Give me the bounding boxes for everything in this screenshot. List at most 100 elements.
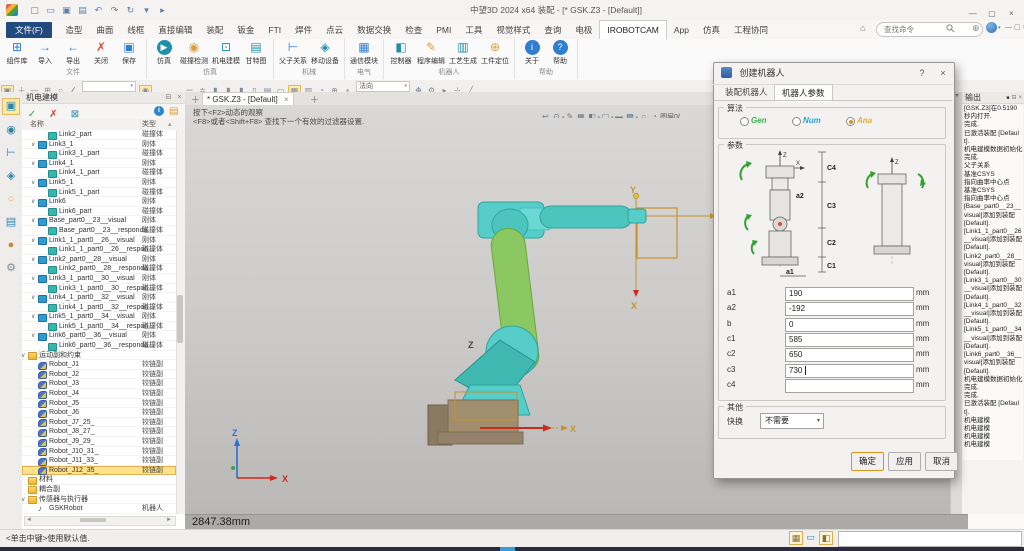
- tree-row[interactable]: ∨Link2_part0__28__visual刚体: [22, 255, 176, 265]
- ribbon-button-父子关系[interactable]: ⊢父子关系: [277, 39, 309, 66]
- output-close-icon[interactable]: ×: [1018, 92, 1022, 104]
- robot-forearm[interactable]: [540, 206, 632, 228]
- tree-row[interactable]: Link4_1_part0__32__respon...碰撞体: [22, 303, 176, 313]
- tree-row[interactable]: Link2_part0__28__responda...碰撞体: [22, 264, 176, 274]
- ribbon-button-工件定位[interactable]: ⊕工件定位: [479, 39, 511, 66]
- expand-chevron-icon[interactable]: ∨: [31, 275, 35, 284]
- selection-filter-dropdown[interactable]: ▾: [82, 81, 136, 92]
- tree-row[interactable]: Robot_J10_31_铰链副: [22, 447, 176, 457]
- play-icon[interactable]: ▸: [155, 3, 169, 17]
- scroll-right-arrow[interactable]: ►: [166, 517, 172, 523]
- tree-row[interactable]: Link1_1_part0__26__respon...碰撞体: [22, 245, 176, 255]
- window-view-icon[interactable]: ◧: [819, 531, 833, 545]
- param-input-a2[interactable]: -192: [785, 302, 914, 316]
- ribbon-button-帮助[interactable]: ?帮助: [546, 39, 574, 66]
- ribbon-button-控制器[interactable]: ◧控制器: [387, 39, 415, 66]
- tree-row[interactable]: ∨Link5_1_part0__34__visual刚体: [22, 312, 176, 322]
- tree-row[interactable]: ∨Link6刚体: [22, 197, 176, 207]
- tree-row[interactable]: Robot_J7_25_铰链副: [22, 418, 176, 428]
- tab-App[interactable]: App: [667, 21, 696, 39]
- circle-icon[interactable]: ◔: [649, 111, 660, 118]
- ribbon-button-关闭[interactable]: ✗关闭: [87, 39, 115, 66]
- expand-chevron-icon[interactable]: ∨: [31, 217, 35, 226]
- sketch-edit-icon[interactable]: ✎: [565, 111, 576, 118]
- cancel-button[interactable]: 取消: [925, 452, 958, 471]
- apply-button[interactable]: 应用: [888, 452, 921, 471]
- bulb-icon[interactable]: ○: [638, 111, 649, 118]
- bulb-tab-icon[interactable]: ○: [3, 192, 19, 207]
- monitor-icon[interactable]: ▭: [804, 531, 817, 544]
- tab-查询[interactable]: 查询: [537, 21, 568, 39]
- tree-row[interactable]: Robot_J5铰链副: [22, 399, 176, 409]
- box-icon[interactable]: ▦: [576, 111, 587, 118]
- tree-row[interactable]: Link5_1_part0__34__respon...碰撞体: [22, 322, 176, 332]
- tab-线框[interactable]: 线框: [120, 21, 151, 39]
- tree-row[interactable]: ∨Link6_part0__36__visual刚体: [22, 331, 176, 341]
- tools-tab-icon[interactable]: ⚙: [3, 261, 19, 276]
- search-icon[interactable]: [946, 24, 955, 33]
- ribbon-button-关于[interactable]: i关于: [518, 39, 546, 66]
- display-mode-icon[interactable]: ▩: [625, 111, 636, 118]
- scene-tab-icon[interactable]: ▤: [3, 215, 19, 230]
- app-logo-icon[interactable]: [6, 4, 18, 16]
- ribbon-button-导出[interactable]: ←导出: [59, 39, 87, 66]
- expand-chevron-icon[interactable]: ∨: [22, 352, 25, 361]
- redo-icon[interactable]: ↷: [107, 3, 121, 17]
- info-icon[interactable]: i: [154, 106, 164, 116]
- param-input-c4[interactable]: [785, 379, 914, 393]
- tree-row[interactable]: ♪GSKRobot机器人: [22, 504, 176, 514]
- expand-chevron-icon[interactable]: ∨: [31, 294, 35, 303]
- tree-row[interactable]: Robot_J1铰链副: [22, 360, 176, 370]
- tree-row[interactable]: ∨Link1_1_part0__26__visual刚体: [22, 236, 176, 246]
- tree-row[interactable]: Link2_part碰撞体: [22, 130, 176, 140]
- tree-row[interactable]: ∨Link4_1刚体: [22, 159, 176, 169]
- normal-dropdown[interactable]: 法向▾: [356, 81, 410, 92]
- tree-row[interactable]: 材料: [22, 475, 176, 485]
- book-icon[interactable]: ▤: [167, 104, 181, 119]
- tab-点云[interactable]: 点云: [319, 21, 350, 39]
- tree-row[interactable]: Link5_1_part碰撞体: [22, 188, 176, 198]
- panel-close-icon[interactable]: ×: [174, 92, 185, 104]
- tree-row[interactable]: Robot_J2铰链副: [22, 370, 176, 380]
- wireframe-mode-icon[interactable]: ▢: [600, 111, 611, 118]
- grid-view-icon[interactable]: ▦: [789, 531, 803, 545]
- print-icon[interactable]: ▤: [75, 3, 89, 17]
- expand-chevron-icon[interactable]: ∨: [31, 256, 35, 265]
- new-file-icon[interactable]: ▢: [27, 3, 41, 17]
- column-name[interactable]: 名称: [22, 121, 44, 128]
- tree-row[interactable]: ∨Link3_1_part0__30__visual刚体: [22, 274, 176, 284]
- tab-IROBOTCAM[interactable]: IROBOTCAM: [599, 20, 666, 40]
- ribbon-button-机电建模[interactable]: ⊡机电建模: [210, 39, 242, 66]
- ribbon-button-导入[interactable]: →导入: [31, 39, 59, 66]
- output-collapse-icon[interactable]: ⊟: [1011, 92, 1016, 104]
- ribbon-button-程序编辑[interactable]: ✎程序编辑: [415, 39, 447, 66]
- tree-row[interactable]: Robot_J8_27_铰链副: [22, 427, 176, 437]
- ribbon-button-保存[interactable]: ▣保存: [115, 39, 143, 66]
- tab-仿真[interactable]: 仿真: [696, 21, 727, 39]
- param-input-a1[interactable]: 190: [785, 287, 914, 301]
- scroll-left-arrow[interactable]: ◄: [26, 517, 32, 523]
- robot-model[interactable]: [428, 202, 646, 445]
- algorithm-radio-Gen[interactable]: [740, 117, 749, 126]
- tree-row[interactable]: Link4_1_part碰撞体: [22, 168, 176, 178]
- algorithm-radio-Num[interactable]: [792, 117, 801, 126]
- tree-row[interactable]: ∨Base_part0__23__visual刚体: [22, 216, 176, 226]
- doc-window-controls[interactable]: — ▢ ×: [1005, 23, 1024, 31]
- tree-row[interactable]: 耦合副: [22, 485, 176, 495]
- quick-change-dropdown[interactable]: 不需要 ▾: [760, 413, 824, 429]
- device-tab-icon[interactable]: ◈: [3, 169, 19, 184]
- tree-row[interactable]: Robot_J4铰链副: [22, 389, 176, 399]
- tab-焊件[interactable]: 焊件: [288, 21, 319, 39]
- sort-icon[interactable]: ▴: [168, 119, 172, 130]
- tab-工程协同[interactable]: 工程协同: [727, 21, 775, 39]
- expand-chevron-icon[interactable]: ∨: [22, 496, 25, 505]
- tree-row[interactable]: ∨Link5_1刚体: [22, 178, 176, 188]
- dialog-close-button[interactable]: ×: [936, 66, 950, 80]
- tab-直接编辑[interactable]: 直接编辑: [151, 21, 199, 39]
- person-tab-icon[interactable]: ●: [3, 238, 19, 253]
- tab-钣金[interactable]: 钣金: [230, 21, 261, 39]
- tab-数据交换[interactable]: 数据交换: [350, 21, 398, 39]
- tab-视觉样式[interactable]: 视觉样式: [489, 21, 537, 39]
- tab-造型[interactable]: 造型: [58, 21, 89, 39]
- mech-model-tab-icon[interactable]: ▣: [2, 98, 20, 115]
